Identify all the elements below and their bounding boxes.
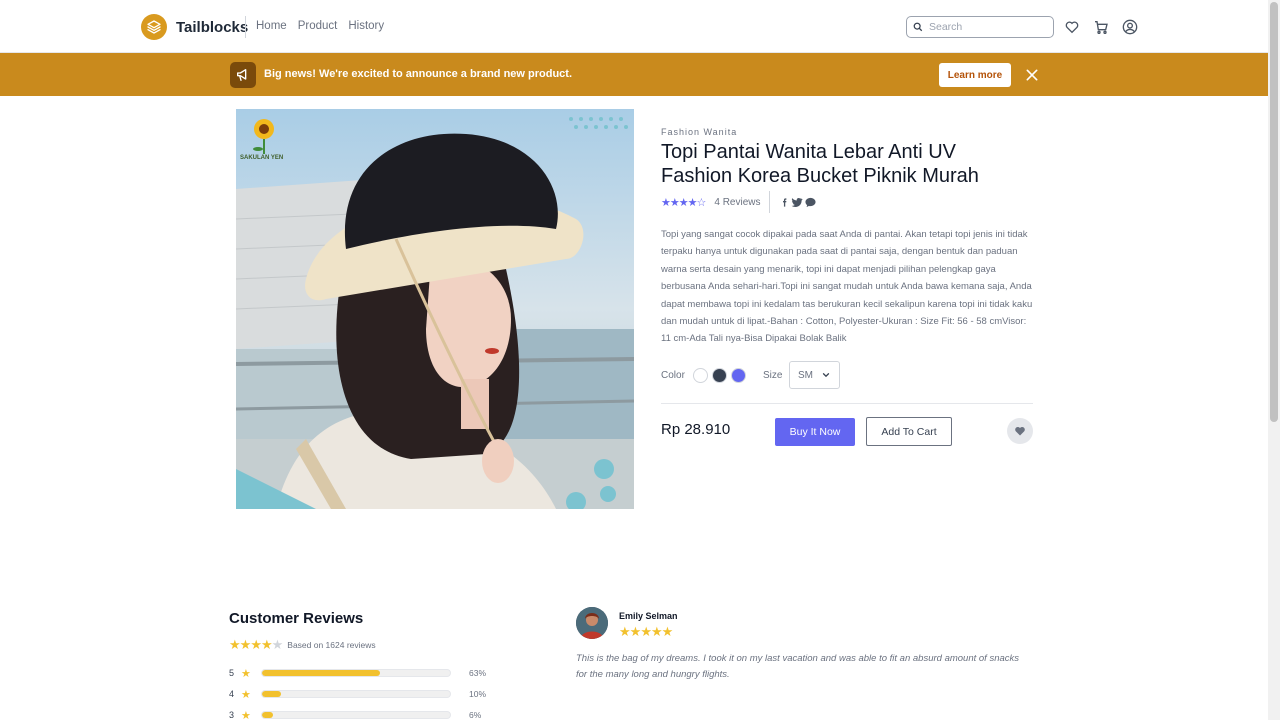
nav-product[interactable]: Product: [298, 20, 338, 32]
color-swatch-dark[interactable]: [712, 368, 727, 383]
search-input[interactable]: [929, 21, 1039, 33]
search-box[interactable]: [906, 16, 1054, 38]
close-icon[interactable]: [1024, 67, 1040, 83]
announcement-banner: Big news! We're excited to announce a br…: [0, 53, 1268, 96]
reviews-count[interactable]: 4 Reviews: [714, 197, 760, 208]
color-label: Color: [661, 370, 685, 381]
rating-bar-percent: 6%: [469, 710, 482, 720]
star-empty-icon: ★: [271, 637, 284, 652]
wishlist-button[interactable]: [1007, 418, 1033, 444]
nav-home[interactable]: Home: [256, 20, 287, 32]
reviews-heading: Customer Reviews: [229, 610, 364, 627]
rating-bar-fill: [262, 691, 281, 697]
heart-icon[interactable]: [1064, 19, 1080, 35]
add-to-cart-button[interactable]: Add To Cart: [866, 417, 952, 446]
star-icon: ★: [687, 197, 698, 209]
top-navbar: Tailblocks Home Product History: [0, 0, 1268, 53]
star-icon: ★: [661, 197, 671, 209]
star-icon: ★: [629, 624, 642, 639]
nav-divider: [245, 16, 246, 38]
megaphone-icon: [230, 62, 256, 88]
product-image: SAKULAN YEN: [236, 109, 634, 509]
brand-name: Tailblocks: [176, 18, 249, 36]
product-title: Topi Pantai Wanita Lebar Anti UV Fashion…: [661, 141, 979, 187]
star-icon: ★: [241, 688, 251, 701]
rating-bar-fill: [262, 670, 381, 676]
rating-bar-stars: 5: [229, 668, 235, 678]
share-links: [780, 197, 816, 208]
avatar: [576, 607, 608, 639]
product-price: Rp 28.910: [661, 421, 731, 438]
star-icon: ★: [241, 709, 251, 720]
based-on-text: Based on 1624 reviews: [287, 640, 376, 650]
rating-bar-row: 3 ★ 6%: [229, 709, 481, 720]
facebook-icon[interactable]: [780, 197, 789, 208]
star-icon: ★: [239, 637, 252, 652]
page-scrollbar[interactable]: [1268, 0, 1280, 720]
star-icon: ★: [650, 624, 663, 639]
info-divider: [661, 403, 1033, 404]
brand-logo[interactable]: Tailblocks: [141, 14, 248, 40]
layers-icon: [141, 14, 167, 40]
size-select-value: SM: [798, 369, 813, 381]
search-icon: [913, 22, 923, 32]
rating-stars: ★★★★☆: [661, 193, 707, 211]
star-icon: ★: [619, 624, 631, 639]
star-icon: ★: [678, 197, 689, 209]
star-icon: ★: [250, 637, 262, 652]
nav-history[interactable]: History: [348, 20, 384, 32]
image-watermark-text: SAKULAN YEN: [240, 155, 284, 161]
twitter-icon[interactable]: [791, 197, 803, 208]
main-nav: Home Product History: [256, 20, 384, 32]
size-label: Size: [763, 370, 783, 381]
cart-icon[interactable]: [1093, 19, 1109, 35]
rating-bar-percent: 10%: [469, 689, 487, 699]
rating-bar-row: 5 ★ 63%: [229, 667, 487, 680]
star-icon: ★: [229, 637, 241, 652]
banner-message: Big news! We're excited to announce a br…: [264, 68, 573, 80]
reviewer-stars: ★★★★★: [619, 624, 674, 640]
star-icon: ★: [241, 667, 251, 680]
chevron-down-icon: [822, 373, 830, 378]
overall-rating: ★ ★ ★ ★ ★ Based on 1624 reviews: [229, 637, 376, 653]
learn-more-button[interactable]: Learn more: [939, 63, 1011, 87]
rating-bar-track: [261, 711, 451, 719]
star-icon: ★: [661, 624, 674, 639]
rating-bar-track: [261, 669, 451, 677]
star-icon: ★: [260, 637, 273, 652]
star-icon: ★: [669, 197, 680, 209]
star-outline-icon: ☆: [696, 197, 707, 209]
heart-icon: [1015, 426, 1025, 436]
star-icon: ★: [640, 624, 652, 639]
rating-bar-fill: [262, 712, 274, 718]
chat-bubble-icon[interactable]: [804, 197, 816, 208]
product-rating: ★★★★☆ 4 Reviews: [661, 191, 816, 213]
rating-bar-stars: 4: [229, 689, 235, 699]
size-select[interactable]: SM: [789, 361, 840, 389]
rating-bar-percent: 63%: [469, 668, 487, 678]
color-swatch-indigo[interactable]: [731, 368, 746, 383]
rating-bar-row: 4 ★ 10%: [229, 688, 487, 701]
product-category: Fashion Wanita: [661, 127, 738, 137]
review-text: This is the bag of my dreams. I took it …: [576, 653, 1020, 680]
rating-bar-track: [261, 690, 451, 698]
color-swatch-white[interactable]: [693, 368, 708, 383]
scrollbar-thumb[interactable]: [1270, 2, 1278, 422]
reviewer-name: Emily Selman: [619, 611, 678, 621]
rating-bar-stars: 3: [229, 710, 235, 720]
user-icon[interactable]: [1122, 19, 1138, 35]
buy-it-now-button[interactable]: Buy It Now: [775, 418, 855, 446]
rating-divider: [768, 191, 770, 213]
product-description: Topi yang sangat cocok dipakai pada saat…: [661, 229, 1033, 345]
